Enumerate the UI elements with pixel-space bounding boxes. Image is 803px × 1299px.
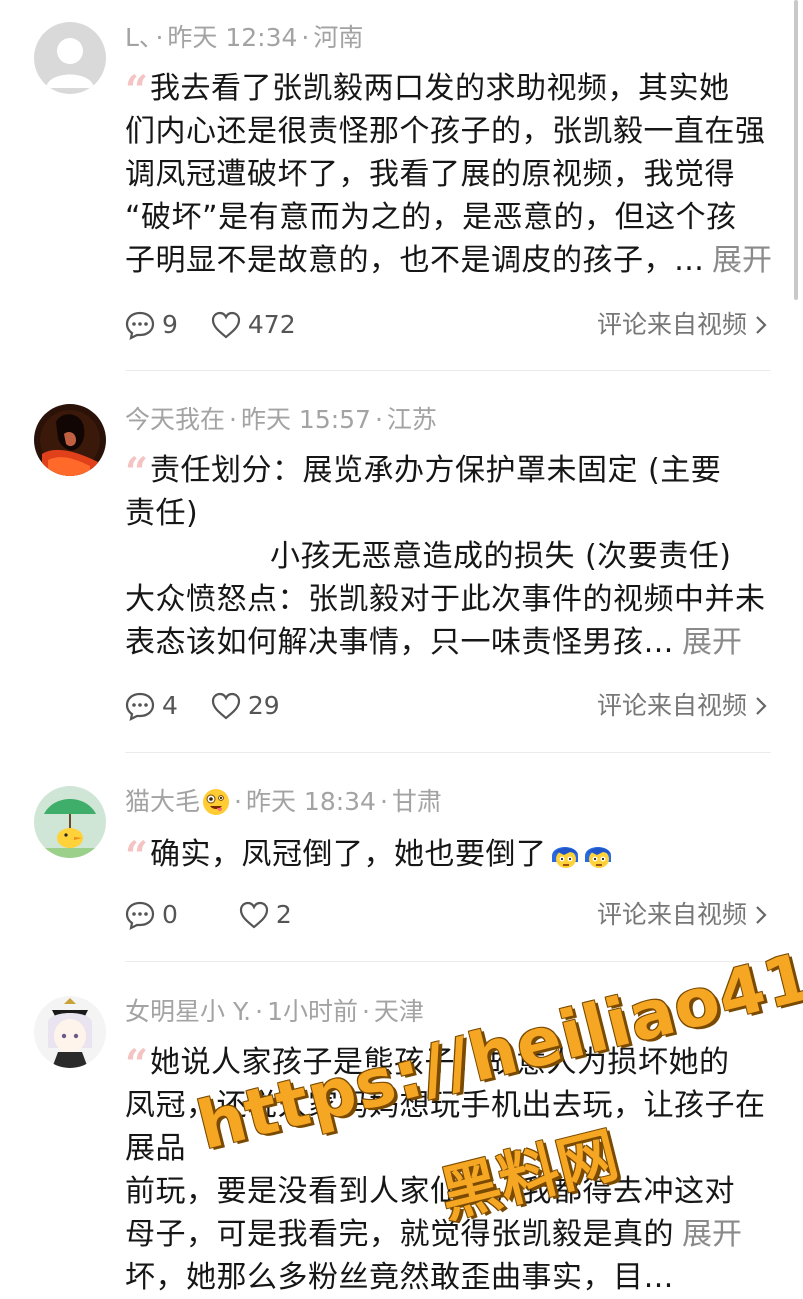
avatar[interactable] [34, 22, 106, 94]
comment-icon [125, 692, 155, 721]
comment-time: 昨天 18:34 [245, 787, 376, 816]
crazy-face-emoji-icon [203, 789, 230, 815]
source-link[interactable]: 评论来自视频 [597, 690, 767, 722]
comment-line: 凤冠，还说人家妈妈想玩手机出去玩，让孩子在展品 [125, 1088, 766, 1166]
like-button[interactable]: 29 [210, 690, 280, 722]
comment-time: 1小时前 [267, 997, 358, 1026]
blue-hair-face-emoji-icon [551, 847, 578, 868]
comment-line: 调凤冠遭破坏了，我看了展的原视频，我觉得 [125, 157, 735, 192]
quote-icon: “ [125, 833, 148, 880]
comment-line: 前玩，要是没看到人家仙拉，我都得去冲这对 [125, 1174, 735, 1209]
username[interactable]: 猫大毛 [125, 787, 200, 816]
comment-text[interactable]: “她说人家孩子是熊孩子，故意人为损坏她的 凤冠，还说人家妈妈想玩手机出去玩，让孩… [125, 1041, 775, 1299]
username[interactable]: 女明星小 Y. [125, 997, 251, 1026]
scrollbar[interactable] [794, 0, 798, 300]
like-count: 472 [247, 310, 296, 339]
like-count: 2 [275, 900, 292, 929]
comment-line: 责任) [125, 496, 199, 531]
username[interactable]: 今天我在 [125, 405, 225, 434]
comment-text[interactable]: “确实，凤冠倒了，她也要倒了 [125, 833, 775, 880]
comment-line: 大众愤怒点：张凯毅对于此次事件的视频中并未 [125, 582, 766, 617]
source-link[interactable]: 评论来自视频 [597, 899, 767, 931]
comment-meta: L、 · 昨天 12:34 · 河南 [125, 23, 364, 52]
source-label: 评论来自视频 [596, 310, 747, 339]
comment-line: 她说人家孩子是熊孩子，故意人为损坏她的 [150, 1045, 730, 1080]
avatar[interactable] [34, 996, 106, 1068]
like-count: 29 [247, 691, 280, 720]
comment-text[interactable]: “我去看了张凯毅两口发的求助视频，其实她 们内心还是很责怪那个孩子的，张凯毅一直… [125, 67, 775, 282]
comment-line: 坏，她那么多粉丝竟然敢歪曲事实，目… [125, 1260, 674, 1295]
avatar[interactable] [34, 404, 106, 476]
chevron-right-icon [756, 906, 767, 924]
comment-stats: 9 472 [124, 309, 328, 341]
comment-line: “破坏”是有意而为之的，是恶意的，但这个孩 [125, 200, 737, 235]
comment-location: 甘肃 [391, 787, 442, 816]
expand-link[interactable]: 展开 [678, 1213, 742, 1256]
comment-time: 昨天 15:57 [240, 405, 371, 434]
heart-icon [211, 311, 241, 339]
expand-link[interactable]: 展开 [678, 621, 742, 664]
comment-stats: 4 29 [124, 690, 312, 722]
comment-icon [125, 901, 155, 930]
quote-icon: “ [125, 1041, 148, 1088]
divider [125, 961, 771, 962]
chevron-right-icon [756, 316, 767, 334]
comment-line: 确实，凤冠倒了，她也要倒了 [150, 837, 547, 872]
reply-count: 0 [162, 900, 178, 929]
blue-hair-face-emoji-icon [584, 847, 611, 868]
comment-line: 子明显不是故意的，也不是调皮的孩子，… [125, 243, 705, 278]
comment-meta: 今天我在 · 昨天 15:57 · 江苏 [125, 405, 437, 434]
divider [125, 370, 771, 371]
heart-icon [211, 692, 241, 720]
comment-location: 河南 [313, 23, 364, 52]
reply-count: 9 [162, 310, 178, 339]
comment-line: 我去看了张凯毅两口发的求助视频，其实她 [150, 71, 730, 106]
comment-line: 小孩无恶意造成的损失 (次要责任) [270, 539, 732, 574]
comment-meta: 猫大毛 · 昨天 18:34 · 甘肃 [125, 787, 442, 816]
username[interactable]: L、 [125, 23, 151, 52]
comment-icon [125, 311, 155, 340]
heart-icon [239, 901, 269, 929]
chevron-right-icon [756, 697, 767, 715]
source-label: 评论来自视频 [596, 900, 747, 929]
avatar[interactable] [34, 786, 106, 858]
comment-meta: 女明星小 Y. · 1小时前 · 天津 [125, 997, 424, 1026]
divider [125, 752, 771, 753]
comment-line: 责任划分：展览承办方保护罩未固定 (主要 [150, 453, 722, 488]
comment-location: 江苏 [386, 405, 437, 434]
source-label: 评论来自视频 [596, 691, 747, 720]
comment-stats: 0 2 [124, 899, 324, 931]
comment-time: 昨天 12:34 [167, 23, 298, 52]
reply-button[interactable]: 4 [124, 690, 178, 722]
like-button[interactable]: 2 [238, 899, 292, 931]
quote-icon: “ [125, 67, 148, 114]
quote-icon: “ [125, 449, 148, 496]
reply-button[interactable]: 0 [124, 899, 178, 931]
reply-button[interactable]: 9 [124, 309, 178, 341]
source-link[interactable]: 评论来自视频 [597, 309, 767, 341]
comment-location: 天津 [373, 997, 424, 1026]
reply-count: 4 [162, 691, 178, 720]
like-button[interactable]: 472 [210, 309, 296, 341]
expand-link[interactable]: 展开 [708, 239, 772, 282]
comment-line: 们内心还是很责怪那个孩子的，张凯毅一直在强 [125, 114, 766, 149]
